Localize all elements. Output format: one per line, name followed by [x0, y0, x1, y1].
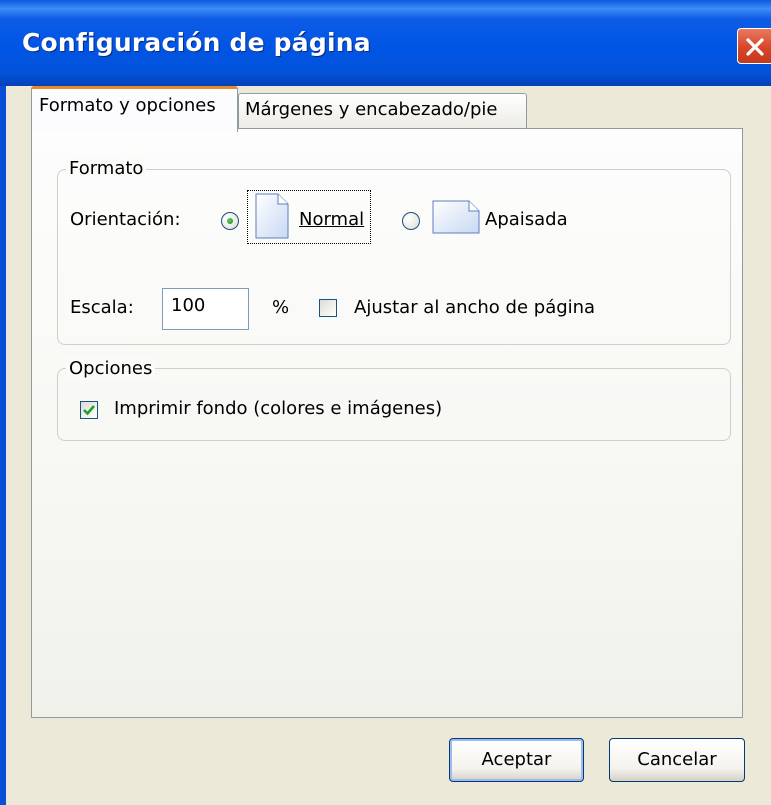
tab-formato-y-opciones[interactable]: Formato y opciones	[31, 86, 238, 132]
fit-width-label[interactable]: Ajustar al ancho de página	[354, 297, 595, 318]
portrait-page-icon	[255, 193, 289, 239]
print-background-checkbox[interactable]	[80, 401, 98, 419]
orientation-label: Orientación:	[70, 209, 181, 230]
accept-button-label: Aceptar	[481, 749, 552, 770]
close-button[interactable]	[737, 28, 771, 64]
scale-label: Escala:	[70, 297, 134, 318]
cancel-button[interactable]: Cancelar	[609, 738, 745, 782]
scale-input[interactable]: 100	[162, 288, 249, 330]
window-frame-left	[0, 86, 6, 805]
tab-panel: Formato Orientación: Normal Apaisada Esc…	[31, 128, 743, 718]
window-title: Configuración de página	[22, 28, 371, 57]
orientation-apaisada-radio[interactable]	[402, 212, 420, 230]
orientation-normal-radio[interactable]	[221, 212, 239, 230]
orientation-apaisada-label[interactable]: Apaisada	[485, 209, 568, 230]
tab-label: Formato y opciones	[39, 95, 216, 116]
scale-unit: %	[272, 297, 290, 318]
accept-button[interactable]: Aceptar	[449, 738, 584, 782]
landscape-page-icon	[432, 200, 480, 234]
orientation-normal-label[interactable]: Normal	[299, 209, 364, 230]
opciones-legend: Opciones	[66, 358, 156, 379]
tab-margenes-y-encabezado[interactable]: Márgenes y encabezado/pie	[238, 93, 527, 129]
print-background-label[interactable]: Imprimir fondo (colores e imágenes)	[114, 398, 442, 419]
fit-width-checkbox[interactable]	[319, 299, 337, 317]
scale-input-value: 100	[171, 295, 206, 316]
tab-label: Márgenes y encabezado/pie	[245, 99, 498, 120]
page-setup-dialog: Configuración de página Formato y opcion…	[0, 0, 771, 805]
radio-selected-dot	[227, 218, 233, 224]
close-icon	[746, 38, 764, 56]
formato-group	[57, 169, 731, 345]
cancel-button-label: Cancelar	[637, 749, 717, 770]
checkmark-icon	[83, 405, 95, 416]
title-bar[interactable]: Configuración de página	[0, 0, 771, 86]
formato-legend: Formato	[66, 158, 147, 179]
